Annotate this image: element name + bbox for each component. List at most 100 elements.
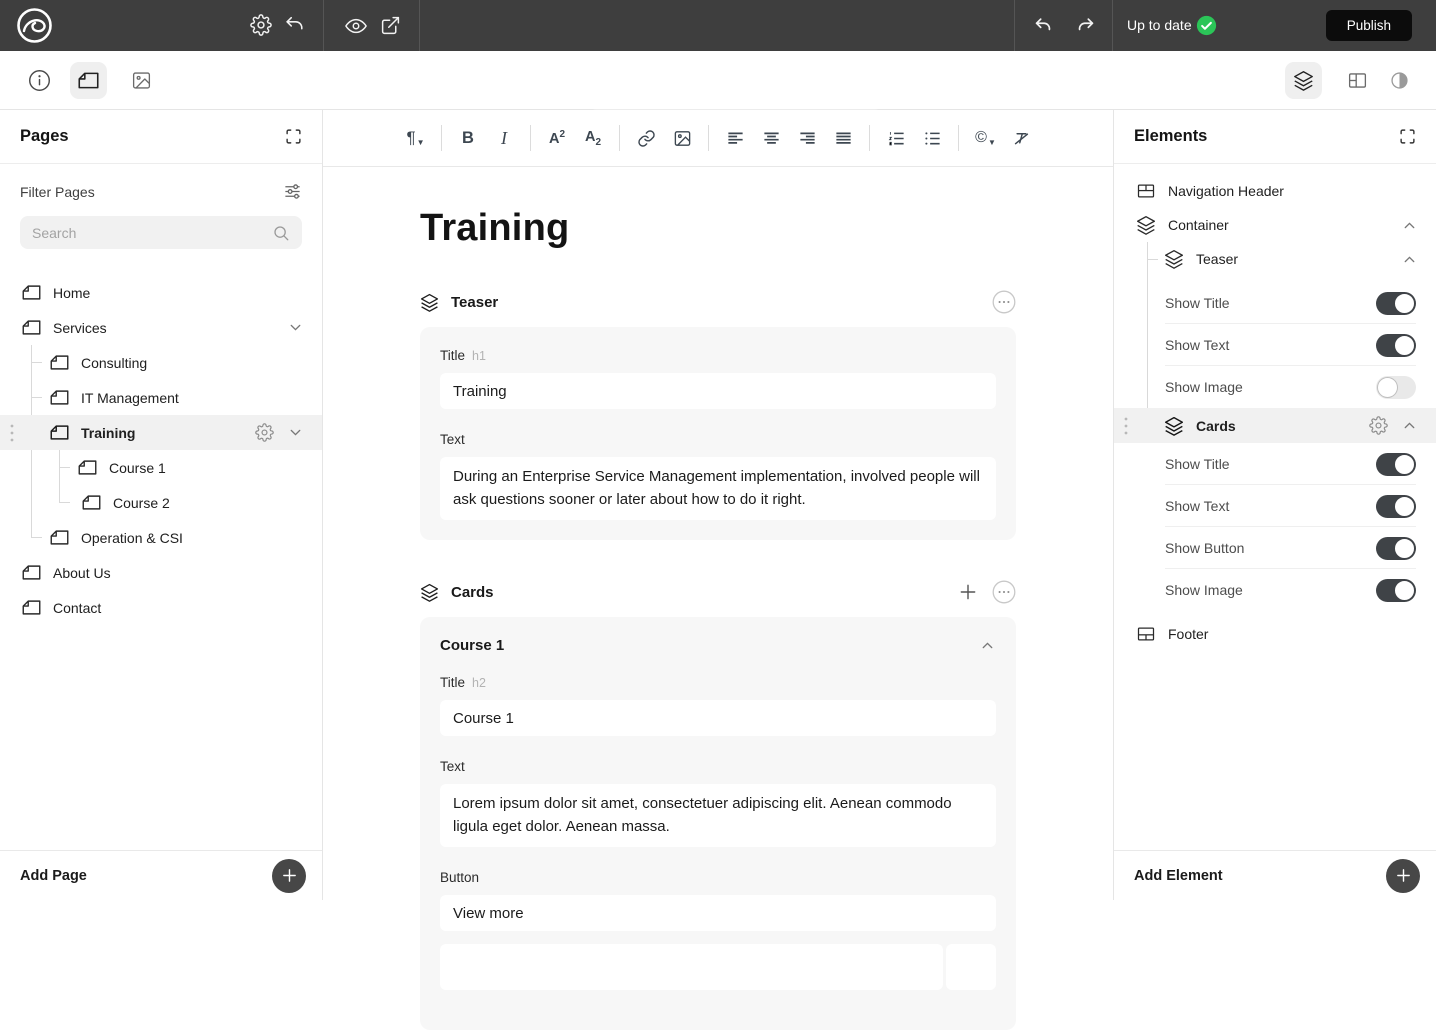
teaser-section-header: Teaser xyxy=(420,290,1016,314)
sidebar-item-about-us[interactable]: About Us xyxy=(0,555,322,590)
card-title-field[interactable] xyxy=(440,700,996,736)
justify-button[interactable] xyxy=(830,123,856,153)
pages-search[interactable] xyxy=(20,216,302,249)
element-item-container[interactable]: Container xyxy=(1114,208,1436,242)
italic-button[interactable]: I xyxy=(491,123,517,153)
chevron-up-icon[interactable] xyxy=(1401,251,1418,268)
show-image-toggle[interactable] xyxy=(1376,376,1416,399)
element-item-footer[interactable]: Footer xyxy=(1114,617,1436,651)
page-mode-button[interactable] xyxy=(70,62,107,99)
ellipsis-icon xyxy=(992,290,1016,314)
image-icon xyxy=(673,129,692,148)
clear-format-icon xyxy=(1012,129,1031,148)
toggle-row-show-title: Show Title xyxy=(1114,282,1436,324)
app-logo[interactable] xyxy=(16,7,53,44)
chevron-down-icon[interactable] xyxy=(287,424,304,441)
align-right-button[interactable] xyxy=(794,123,820,153)
chevron-up-icon[interactable] xyxy=(1401,217,1418,234)
add-element-button[interactable] xyxy=(1386,859,1420,893)
card-link-picker-button[interactable] xyxy=(946,944,996,990)
link-button[interactable] xyxy=(633,123,659,153)
element-item-cards[interactable]: Cards xyxy=(1114,408,1436,443)
media-mode-button[interactable] xyxy=(123,62,160,99)
sidebar-item-consulting[interactable]: Consulting xyxy=(0,345,322,380)
sidebar-item-training[interactable]: Training xyxy=(0,415,322,450)
show-text-toggle[interactable] xyxy=(1376,495,1416,518)
page-icon xyxy=(50,425,69,440)
page-icon xyxy=(50,355,69,370)
sidebar-item-it-management[interactable]: IT Management xyxy=(0,380,322,415)
toolbar-divider xyxy=(958,125,959,151)
cards-menu-button[interactable] xyxy=(992,580,1016,604)
subscript-button[interactable]: A2 xyxy=(580,123,606,153)
card-text-field[interactable]: Lorem ipsum dolor sit amet, consectetuer… xyxy=(440,784,996,847)
sidebar-item-contact[interactable]: Contact xyxy=(0,590,322,625)
card-link-field[interactable] xyxy=(440,944,943,990)
teaser-section-label: Teaser xyxy=(451,294,498,311)
drag-handle-icon[interactable] xyxy=(1122,414,1130,438)
unordered-list-button[interactable] xyxy=(919,123,945,153)
layers-icon xyxy=(1164,416,1184,436)
paragraph-style-button[interactable]: ¶▼ xyxy=(402,123,428,153)
sidebar-item-course-2[interactable]: Course 2 xyxy=(0,485,322,520)
show-text-toggle[interactable] xyxy=(1376,334,1416,357)
undo-icon[interactable] xyxy=(1032,15,1054,37)
add-card-button[interactable] xyxy=(958,582,978,602)
clear-format-button[interactable] xyxy=(1008,123,1034,153)
sidebar-item-course-1[interactable]: Course 1 xyxy=(0,450,322,485)
align-center-button[interactable] xyxy=(758,123,784,153)
expand-pages-icon[interactable] xyxy=(285,128,302,145)
layers-icon xyxy=(420,293,439,312)
teaser-menu-button[interactable] xyxy=(992,290,1016,314)
filter-options-icon[interactable] xyxy=(283,182,302,201)
info-icon[interactable] xyxy=(28,69,51,92)
teaser-text-field[interactable]: During an Enterprise Service Management … xyxy=(440,457,996,520)
restore-icon[interactable] xyxy=(283,14,305,36)
element-item-teaser[interactable]: Teaser xyxy=(1114,242,1436,276)
toggle-row-show-image: Show Image xyxy=(1114,569,1436,611)
drag-handle-icon[interactable] xyxy=(8,421,16,445)
sidebar-item-operation-csi[interactable]: Operation & CSI xyxy=(0,520,322,555)
teaser-title-field[interactable] xyxy=(440,373,996,409)
show-image-toggle[interactable] xyxy=(1376,579,1416,602)
page-icon xyxy=(50,530,69,545)
elements-panel-button[interactable] xyxy=(1285,62,1322,99)
toggle-label: Show Button xyxy=(1165,540,1244,556)
bold-button[interactable]: B xyxy=(455,123,481,153)
settings-icon[interactable] xyxy=(250,14,272,36)
collapse-card-icon[interactable] xyxy=(979,637,996,654)
insert-image-button[interactable] xyxy=(669,123,695,153)
card-button-field[interactable] xyxy=(440,895,996,931)
align-left-button[interactable] xyxy=(722,123,748,153)
footer-layout-icon xyxy=(1136,624,1156,644)
element-settings-icon[interactable] xyxy=(1369,416,1388,435)
publish-button[interactable]: Publish xyxy=(1326,10,1412,41)
chevron-up-icon[interactable] xyxy=(1401,417,1418,434)
status-check-icon xyxy=(1196,15,1217,36)
superscript-button[interactable]: A2 xyxy=(544,123,570,153)
ordered-list-button[interactable] xyxy=(883,123,909,153)
redo-icon[interactable] xyxy=(1075,15,1097,37)
expand-elements-icon[interactable] xyxy=(1399,128,1416,145)
page-label: Home xyxy=(53,285,90,301)
special-character-button[interactable]: ©▼ xyxy=(972,123,998,153)
toggle-row-show-text: Show Text xyxy=(1114,485,1436,527)
card-title: Course 1 xyxy=(440,637,504,654)
element-item-navigation-header[interactable]: Navigation Header xyxy=(1114,174,1436,208)
open-external-icon[interactable] xyxy=(380,15,401,36)
chevron-down-icon[interactable] xyxy=(287,319,304,336)
layout-panel-button[interactable] xyxy=(1339,62,1376,99)
page-settings-icon[interactable] xyxy=(255,423,274,442)
subscript-icon: A2 xyxy=(585,129,601,148)
sidebar-item-services[interactable]: Services xyxy=(0,310,322,345)
show-button-toggle[interactable] xyxy=(1376,537,1416,560)
toolbar-divider xyxy=(619,125,620,151)
show-title-toggle[interactable] xyxy=(1376,292,1416,315)
contrast-icon[interactable] xyxy=(1381,62,1418,99)
show-title-toggle[interactable] xyxy=(1376,453,1416,476)
preview-eye-icon[interactable] xyxy=(345,15,367,37)
sidebar-item-home[interactable]: Home xyxy=(0,275,322,310)
add-page-button[interactable] xyxy=(272,859,306,893)
search-input[interactable] xyxy=(32,225,272,241)
page-label: Contact xyxy=(53,600,101,616)
